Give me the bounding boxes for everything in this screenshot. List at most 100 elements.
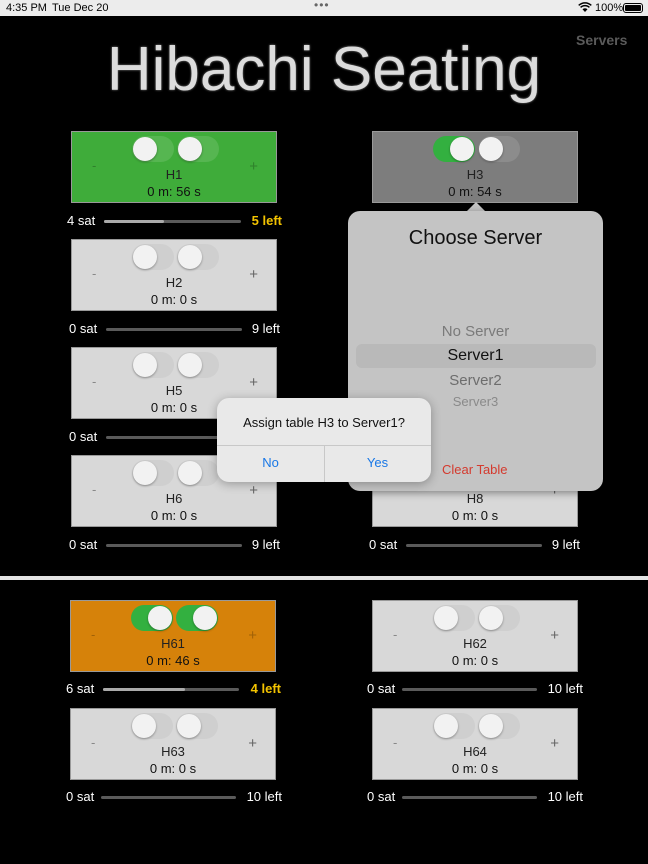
seats-left: 9 left xyxy=(251,321,280,336)
alert-message: Assign table H3 to Server1? xyxy=(243,415,405,430)
toggle-switch[interactable] xyxy=(177,136,219,162)
table-stats-h6: 0 sat 9 left xyxy=(69,535,280,555)
toggle-switch[interactable] xyxy=(132,460,174,486)
table-toggles xyxy=(433,136,523,164)
toggle-switch[interactable] xyxy=(433,713,475,739)
seated-count: 0 sat xyxy=(69,429,98,444)
popover-title: Choose Server xyxy=(408,227,543,249)
table-toggles xyxy=(132,136,222,164)
table-stats-h5: 0 sat xyxy=(69,427,229,447)
multitasking-dots-icon[interactable]: ••• xyxy=(314,0,330,12)
seated-count: 0 sat xyxy=(367,789,396,804)
status-bar: 4:35 PM Tue Dec 20 ••• 100% xyxy=(0,0,648,16)
battery-icon xyxy=(623,3,643,13)
status-date: Tue Dec 20 xyxy=(52,2,109,14)
assign-confirm-alert: Assign table H3 to Server1? No Yes xyxy=(217,398,431,482)
server-option-selected[interactable]: Server1 xyxy=(348,347,603,365)
yes-button[interactable]: Yes xyxy=(324,445,431,482)
capacity-slider[interactable] xyxy=(106,544,242,547)
table-timer: 0 m: 56 s xyxy=(147,184,201,199)
toggle-switch[interactable] xyxy=(177,352,219,378)
table-name: H64 xyxy=(463,744,487,759)
toggle-switch[interactable] xyxy=(176,605,218,631)
capacity-slider[interactable] xyxy=(104,220,241,223)
toggle-switch[interactable] xyxy=(478,713,520,739)
toggle-switch[interactable] xyxy=(131,713,173,739)
clear-table-button[interactable]: Clear Table xyxy=(442,462,508,477)
seated-count: 4 sat xyxy=(67,213,96,228)
table-card-h62[interactable]: - + H62 0 m: 0 s xyxy=(372,600,578,672)
table-toggles xyxy=(132,460,222,488)
capacity-slider[interactable] xyxy=(106,436,229,439)
toggle-switch[interactable] xyxy=(132,352,174,378)
table-stats-h62: 0 sat 10 left xyxy=(367,679,583,699)
table-name: H62 xyxy=(463,636,487,651)
toggle-switch[interactable] xyxy=(132,136,174,162)
table-name: H63 xyxy=(161,744,185,759)
table-stats-h61: 6 sat 4 left xyxy=(66,679,281,699)
status-time: 4:35 PM xyxy=(6,2,47,14)
table-toggles xyxy=(433,605,523,633)
seats-left: 4 left xyxy=(250,681,281,696)
table-timer: 0 m: 0 s xyxy=(451,653,499,668)
table-name: H6 xyxy=(165,491,183,506)
capacity-slider[interactable] xyxy=(402,796,537,799)
toggle-switch[interactable] xyxy=(131,605,173,631)
table-timer: 0 m: 0 s xyxy=(150,292,198,307)
capacity-slider[interactable] xyxy=(406,544,542,547)
table-name: H5 xyxy=(165,383,183,398)
table-toggles xyxy=(132,244,222,272)
toggle-switch[interactable] xyxy=(176,713,218,739)
table-timer: 0 m: 0 s xyxy=(150,508,198,523)
toggle-switch[interactable] xyxy=(433,136,475,162)
table-timer: 0 m: 0 s xyxy=(451,761,499,776)
capacity-slider[interactable] xyxy=(101,796,236,799)
seats-left: 10 left xyxy=(547,789,583,804)
page-title: Hibachi Seating xyxy=(106,35,542,104)
table-stats-h64: 0 sat 10 left xyxy=(367,787,583,807)
table-card-h61[interactable]: - + H61 0 m: 46 s xyxy=(70,600,276,672)
seated-count: 6 sat xyxy=(66,681,95,696)
table-card-h64[interactable]: - + H64 0 m: 0 s xyxy=(372,708,578,780)
table-timer: 0 m: 54 s xyxy=(448,184,502,199)
seats-left: 5 left xyxy=(251,213,282,228)
seats-left: 10 left xyxy=(246,789,282,804)
seated-count: 0 sat xyxy=(69,321,98,336)
table-name: H1 xyxy=(165,167,183,182)
table-name: H8 xyxy=(466,491,484,506)
toggle-switch[interactable] xyxy=(478,605,520,631)
toggle-switch[interactable] xyxy=(478,136,520,162)
table-timer: 0 m: 46 s xyxy=(146,653,200,668)
table-stats-h63: 0 sat 10 left xyxy=(66,787,282,807)
no-button[interactable]: No xyxy=(217,445,324,482)
seats-left: 9 left xyxy=(251,537,280,552)
table-name: H61 xyxy=(161,636,185,651)
table-card-h3[interactable]: H3 0 m: 54 s xyxy=(372,131,578,203)
table-toggles xyxy=(131,605,221,633)
seated-count: 0 sat xyxy=(367,681,396,696)
seats-left: 9 left xyxy=(551,537,580,552)
toggle-switch[interactable] xyxy=(433,605,475,631)
table-stats-h8: 0 sat 9 left xyxy=(369,535,580,555)
server-option[interactable]: No Server xyxy=(348,323,603,340)
seated-count: 0 sat xyxy=(66,789,95,804)
table-toggles xyxy=(131,713,221,741)
table-card-h2[interactable]: - + H2 0 m: 0 s xyxy=(71,239,277,311)
toggle-switch[interactable] xyxy=(177,460,219,486)
server-option[interactable]: Server2 xyxy=(348,372,603,389)
seated-count: 0 sat xyxy=(369,537,398,552)
table-card-h1[interactable]: - + H1 0 m: 56 s xyxy=(71,131,277,203)
table-name: H2 xyxy=(165,275,183,290)
table-stats-h1: 4 sat 5 left xyxy=(67,211,282,231)
capacity-slider[interactable] xyxy=(103,688,239,691)
table-name: H3 xyxy=(466,167,484,182)
capacity-slider[interactable] xyxy=(106,328,242,331)
toggle-switch[interactable] xyxy=(177,244,219,270)
capacity-slider[interactable] xyxy=(402,688,537,691)
toggle-switch[interactable] xyxy=(132,244,174,270)
wifi-icon xyxy=(578,2,592,12)
table-timer: 0 m: 0 s xyxy=(149,761,197,776)
battery-percent: 100% xyxy=(595,2,624,14)
table-card-h63[interactable]: - + H63 0 m: 0 s xyxy=(70,708,276,780)
seats-left: 10 left xyxy=(547,681,583,696)
